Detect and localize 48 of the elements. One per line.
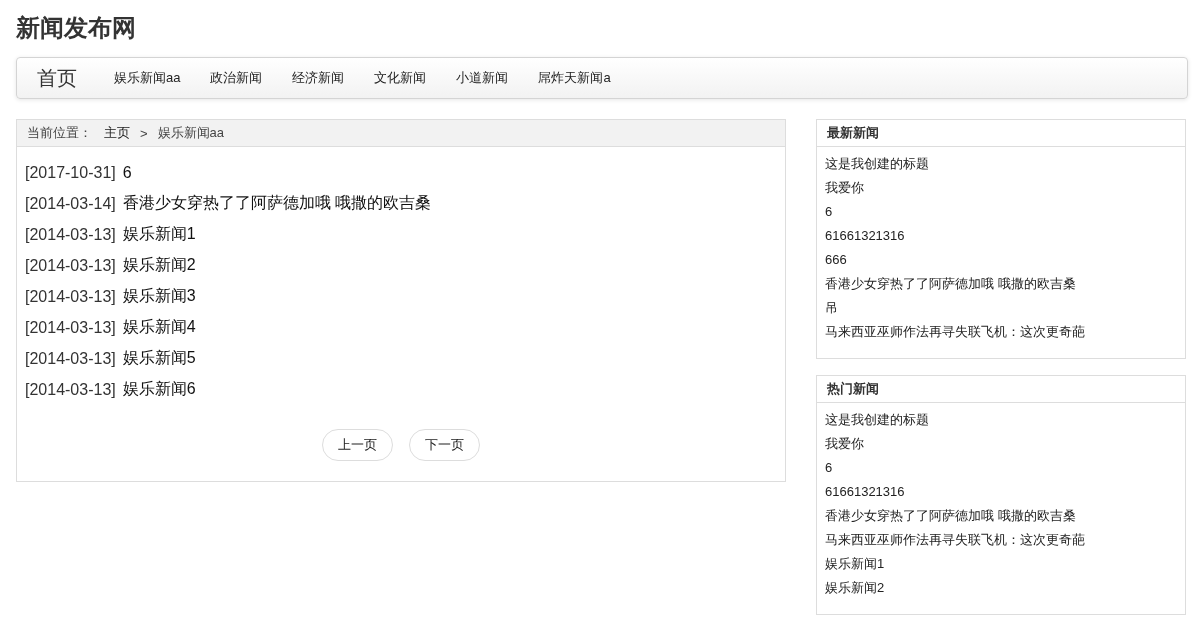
news-title-link[interactable]: 娱乐新闻2 [122,255,196,276]
sidebar-news-link[interactable]: 马来西亚巫师作法再寻失联飞机：这次更奇葩 [825,324,1085,339]
nav-link[interactable]: 文化新闻 [359,69,442,87]
nav-link[interactable]: 小道新闻 [441,69,524,87]
sidebar-news-link[interactable]: 香港少女穿热了了阿萨德加哦 哦撒的欧吉桑 [825,276,1076,291]
breadcrumb-label: 当前位置： [27,124,92,142]
news-title-link[interactable]: 香港少女穿热了了阿萨德加哦 哦撒的欧吉桑 [122,193,432,214]
sidebar-news-link[interactable]: 61661321316 [825,484,905,499]
news-title-link[interactable]: 6 [122,163,132,182]
news-date: [2014-03-13] [25,318,116,337]
site-title: 新闻发布网 [16,13,137,43]
news-title-link[interactable]: 娱乐新闻1 [122,224,196,245]
sidebar-news-link[interactable]: 6 [825,460,833,475]
sidebar-news-link[interactable]: 这是我创建的标题 [825,156,929,171]
home-link[interactable]: 首页 [37,64,77,92]
panel-heading: 热门新闻 [817,376,1185,403]
sidebar-news-link[interactable]: 666 [825,252,847,267]
sidebar-news-link[interactable]: 吊 [825,300,838,315]
news-date: [2014-03-13] [25,349,116,368]
news-date: [2014-03-14] [25,194,116,213]
news-title-link[interactable]: 娱乐新闻3 [122,286,196,307]
news-date: [2014-03-13] [25,225,116,244]
breadcrumb-current: 娱乐新闻aa [157,124,225,142]
nav-link[interactable]: 屌炸天新闻a [523,69,626,87]
sidebar-news-link[interactable]: 马来西亚巫师作法再寻失联飞机：这次更奇葩 [825,532,1085,547]
sidebar-news-link[interactable]: 61661321316 [825,228,905,243]
sidebar-news-link[interactable]: 6 [825,204,833,219]
nav-link[interactable]: 政治新闻 [195,69,278,87]
sidebar-news-link[interactable]: 我爱你 [825,436,864,451]
sidebar-news-link[interactable]: 这是我创建的标题 [825,412,929,427]
next-page-button[interactable]: 下一页 [409,429,480,461]
news-date: [2014-03-13] [25,256,116,275]
news-date: [2017-10-31] [25,163,116,182]
nav-link[interactable]: 娱乐新闻aa [99,69,196,87]
news-date: [2014-03-13] [25,287,116,306]
sidebar-news-link[interactable]: 我爱你 [825,180,864,195]
news-title-link[interactable]: 娱乐新闻6 [122,379,196,400]
panel-heading: 最新新闻 [817,120,1185,147]
sidebar-news-link[interactable]: 娱乐新闻2 [825,580,885,595]
breadcrumb-home-link[interactable]: 主页 [104,124,130,142]
sidebar-news-link[interactable]: 香港少女穿热了了阿萨德加哦 哦撒的欧吉桑 [825,508,1076,523]
sidebar-news-link[interactable]: 娱乐新闻1 [825,556,885,571]
news-date: [2014-03-13] [25,380,116,399]
previous-page-button[interactable]: 上一页 [322,429,393,461]
news-title-link[interactable]: 娱乐新闻4 [122,317,196,338]
breadcrumb-separator: > [140,125,148,141]
nav-link[interactable]: 经济新闻 [277,69,360,87]
news-title-link[interactable]: 娱乐新闻5 [122,348,196,369]
